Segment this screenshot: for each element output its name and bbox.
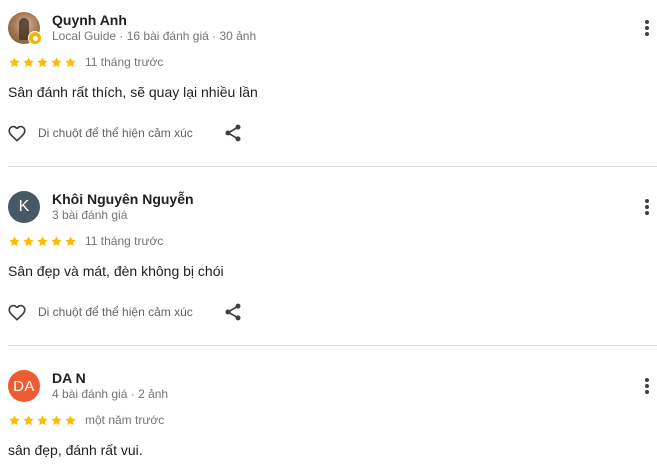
review-time: một năm trước (85, 413, 165, 427)
reaction-hint: Di chuột để thể hiện cảm xúc (38, 126, 193, 140)
star-icon (65, 57, 76, 68)
rating-stars (8, 235, 78, 248)
review-time: 11 tháng trước (85, 234, 164, 248)
more-vert-icon (645, 199, 649, 215)
avatar[interactable]: K (8, 191, 40, 223)
share-icon[interactable] (223, 302, 243, 322)
star-icon (51, 415, 62, 426)
more-options-button[interactable] (637, 16, 657, 40)
star-icon (9, 57, 20, 68)
more-vert-icon (645, 20, 649, 36)
star-icon (65, 236, 76, 247)
reviewer-meta: 4 bài đánh giá · 2 ảnh (52, 387, 169, 401)
review-divider (8, 166, 657, 167)
reviews-list: Quynh Anh Local Guide · 16 bài đánh giá … (0, 0, 657, 470)
more-vert-icon (645, 378, 649, 394)
review-text: sân đẹp, đánh rất vui. (8, 442, 143, 458)
avatar[interactable]: DA (8, 370, 40, 402)
local-guide-badge-icon (28, 31, 42, 45)
rating-stars (8, 56, 78, 69)
star-icon (23, 236, 34, 247)
reviewer-meta: Local Guide · 16 bài đánh giá · 30 ảnh (52, 29, 257, 43)
more-options-button[interactable] (637, 195, 657, 219)
review-text: Sân đánh rất thích, sẽ quay lại nhiều lầ… (8, 84, 258, 100)
star-icon (37, 415, 48, 426)
star-icon (23, 57, 34, 68)
star-icon (9, 236, 20, 247)
reviewer-meta: 3 bài đánh giá (52, 208, 128, 222)
review-time: 11 tháng trước (85, 55, 164, 69)
rating-stars (8, 414, 78, 427)
star-icon (37, 236, 48, 247)
reviewer-name[interactable]: DA N (52, 370, 86, 386)
more-options-button[interactable] (637, 374, 657, 398)
reviewer-name[interactable]: Quynh Anh (52, 12, 127, 28)
review-divider (8, 345, 657, 346)
reaction-row: Di chuột để thể hiện cảm xúc (6, 122, 193, 144)
star-icon (37, 57, 48, 68)
heart-outline-icon[interactable] (6, 122, 28, 144)
heart-outline-icon[interactable] (6, 301, 28, 323)
star-icon (51, 57, 62, 68)
review-text: Sân đẹp và mát, đèn không bị chói (8, 263, 224, 279)
reviewer-name[interactable]: Khôi Nguyên Nguyễn (52, 191, 194, 207)
avatar[interactable] (8, 12, 42, 45)
reaction-row: Di chuột để thể hiện cảm xúc (6, 301, 193, 323)
reaction-hint: Di chuột để thể hiện cảm xúc (38, 305, 193, 319)
share-icon[interactable] (223, 123, 243, 143)
star-icon (9, 415, 20, 426)
star-icon (65, 415, 76, 426)
star-icon (23, 415, 34, 426)
star-icon (51, 236, 62, 247)
